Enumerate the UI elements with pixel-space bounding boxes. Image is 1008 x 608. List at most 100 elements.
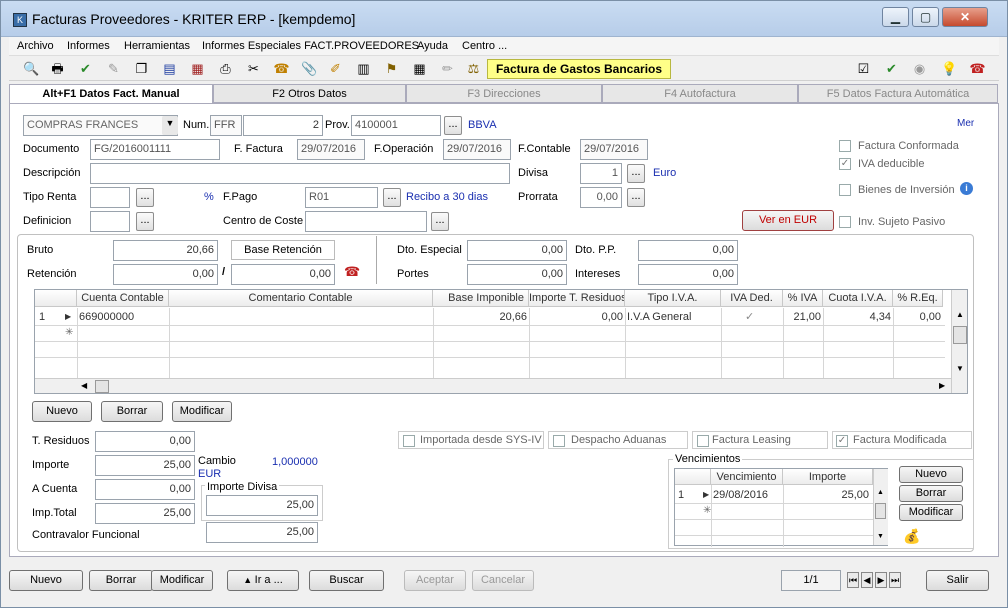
grid-icon[interactable]: ▦	[411, 60, 428, 77]
nuevo-button[interactable]: Nuevo	[9, 570, 83, 591]
importe-field[interactable]: 25,00	[95, 455, 195, 476]
minimize-button[interactable]: ▁	[882, 7, 909, 27]
eraser-icon[interactable]: ✎	[105, 60, 122, 77]
buscar-button[interactable]: Buscar	[309, 570, 384, 591]
col-comentario-contable[interactable]: Comentario Contable	[169, 290, 433, 307]
approve-icon[interactable]: ✔	[883, 60, 900, 77]
lines-grid[interactable]: Cuenta Contable Comentario Contable Base…	[34, 289, 968, 394]
ver-en-eur-button[interactable]: Ver en EUR	[742, 210, 834, 231]
centro-coste-field[interactable]	[305, 211, 427, 232]
phone-red-icon[interactable]: ☎	[344, 264, 360, 280]
prev-record-icon[interactable]: ◀	[861, 572, 873, 588]
col-tipo-iva[interactable]: Tipo I.V.A.	[625, 290, 721, 307]
venc-borrar-button[interactable]: Borrar	[899, 485, 963, 502]
tab-datos-fact-manual[interactable]: Alt+F1 Datos Fact. Manual	[9, 84, 213, 105]
bienes-inversion-checkbox[interactable]	[839, 184, 851, 196]
prov-lookup-button[interactable]: ...	[444, 116, 462, 135]
vencimientos-grid[interactable]: Vencimiento Importe 1 ▶ 29/08/2016 25,00…	[674, 468, 888, 547]
venc-nuevo-button[interactable]: Nuevo	[899, 466, 963, 483]
menu-informes[interactable]: Informes	[67, 40, 110, 52]
menu-herramientas[interactable]: Herramientas	[124, 40, 190, 52]
tab-otros-datos[interactable]: F2 Otros Datos	[213, 84, 406, 103]
tipo-renta-lookup-button[interactable]: ...	[136, 188, 154, 207]
col-vencimiento[interactable]: Vencimiento	[711, 469, 783, 485]
col-cuenta-contable[interactable]: Cuenta Contable	[77, 290, 169, 307]
cell-cuenta[interactable]: 669000000	[79, 309, 134, 325]
print-icon[interactable]: 🖶	[49, 60, 66, 77]
despacho-aduanas-checkbox[interactable]	[553, 435, 565, 447]
scroll-down-icon[interactable]: ▼	[877, 533, 884, 540]
phone-icon[interactable]: ☎	[273, 60, 290, 77]
factura-conformada-checkbox[interactable]	[839, 140, 851, 152]
f-pago-field[interactable]: R01	[305, 187, 378, 208]
prorrata-field[interactable]: 0,00	[580, 187, 622, 208]
col-cuota-iva[interactable]: Cuota I.V.A.	[823, 290, 893, 307]
f-pago-lookup-button[interactable]: ...	[383, 188, 401, 207]
scroll-thumb[interactable]	[875, 503, 886, 519]
col-importe-residuos[interactable]: Importe T. Residuos	[529, 290, 625, 307]
definicion-field[interactable]	[90, 211, 130, 232]
t-residuos-field[interactable]: 0,00	[95, 431, 195, 452]
iva-deducible-checkbox[interactable]: ✓	[839, 158, 851, 170]
dto-pp-field[interactable]: 0,00	[638, 240, 738, 261]
menu-archivo[interactable]: Archivo	[17, 40, 54, 52]
f-factura-field[interactable]: 29/07/2016	[297, 139, 365, 160]
printer-icon[interactable]: ⎙	[217, 60, 234, 77]
scroll-thumb[interactable]	[95, 380, 109, 393]
cell-cuota[interactable]: 4,34	[823, 309, 891, 325]
dto-especial-field[interactable]: 0,00	[467, 240, 567, 261]
cell-req[interactable]: 0,00	[893, 309, 941, 325]
scroll-up-icon[interactable]: ▲	[877, 489, 884, 496]
menu-ayuda[interactable]: Ayuda	[417, 40, 448, 52]
factura-modificada-checkbox[interactable]: ✓	[836, 435, 848, 447]
contravalor-field[interactable]: 25,00	[206, 522, 318, 543]
centro-coste-lookup-button[interactable]: ...	[431, 212, 449, 231]
tab-datos-factura-automatica[interactable]: F5 Datos Factura Automática	[798, 84, 998, 103]
a-cuenta-field[interactable]: 0,00	[95, 479, 195, 500]
divisa-lookup-button[interactable]: ...	[627, 164, 645, 183]
col-base-imponible[interactable]: Base Imponible	[433, 290, 529, 307]
menu-centro[interactable]: Centro ...	[462, 40, 507, 52]
cancelar-button[interactable]: Cancelar	[472, 570, 534, 591]
num-prefix-field[interactable]: FFR	[210, 115, 242, 136]
prov-code-field[interactable]: 4100001	[351, 115, 441, 136]
grid-borrar-button[interactable]: Borrar	[101, 401, 163, 422]
cell-tipo-iva[interactable]: I.V.A General	[627, 309, 691, 325]
col-req[interactable]: % R.Eq.	[893, 290, 943, 307]
tipo-renta-field[interactable]	[90, 187, 130, 208]
importe-divisa-field[interactable]: 25,00	[206, 495, 318, 516]
intereses-field[interactable]: 0,00	[638, 264, 738, 285]
importada-sys-checkbox[interactable]	[403, 435, 415, 447]
grid-nuevo-button[interactable]: Nuevo	[32, 401, 92, 422]
chevron-down-icon[interactable]: ▼	[162, 116, 178, 135]
divisa-field[interactable]: 1	[580, 163, 622, 184]
cell-base[interactable]: 20,66	[433, 309, 527, 325]
scroll-up-icon[interactable]: ▲	[956, 310, 964, 319]
venc-importe[interactable]: 25,00	[783, 487, 869, 503]
check-icon[interactable]: ✔	[77, 60, 94, 77]
clip-icon[interactable]: ✐	[327, 60, 344, 77]
ir-a-button[interactable]: ▲ Ir a ...	[227, 570, 299, 591]
eye-icon[interactable]: ◉	[911, 60, 928, 77]
cut-icon[interactable]: ✂	[245, 60, 262, 77]
col-iva-ded[interactable]: IVA Ded.	[721, 290, 783, 307]
venc-fecha[interactable]: 29/08/2016	[713, 487, 768, 503]
scroll-right-icon[interactable]: ▶	[939, 381, 945, 390]
col-pct-iva[interactable]: % IVA	[783, 290, 823, 307]
inv-sujeto-pasivo-checkbox[interactable]	[839, 216, 851, 228]
pen-icon[interactable]: ✏	[439, 60, 456, 77]
cell-pct-iva[interactable]: 21,00	[783, 309, 821, 325]
cell-iva-ded[interactable]: ✓	[745, 309, 754, 325]
horizontal-scrollbar[interactable]: ◀ ▶	[35, 378, 951, 393]
copy-icon[interactable]: ❐	[133, 60, 150, 77]
bruto-field[interactable]: 20,66	[113, 240, 218, 261]
grid-modificar-button[interactable]: Modificar	[172, 401, 232, 422]
retencion-amount-field[interactable]: 0,00	[231, 264, 335, 285]
preview-icon[interactable]: 🔍	[23, 60, 40, 77]
tab-direcciones[interactable]: F3 Direcciones	[406, 84, 602, 103]
retencion-field[interactable]: 0,00	[113, 264, 218, 285]
lightbulb-icon[interactable]: 💡	[941, 60, 958, 77]
aceptar-button[interactable]: Aceptar	[404, 570, 466, 591]
tab-autofactura[interactable]: F4 Autofactura	[602, 84, 798, 103]
money-bag-icon[interactable]: 💰	[903, 528, 920, 545]
